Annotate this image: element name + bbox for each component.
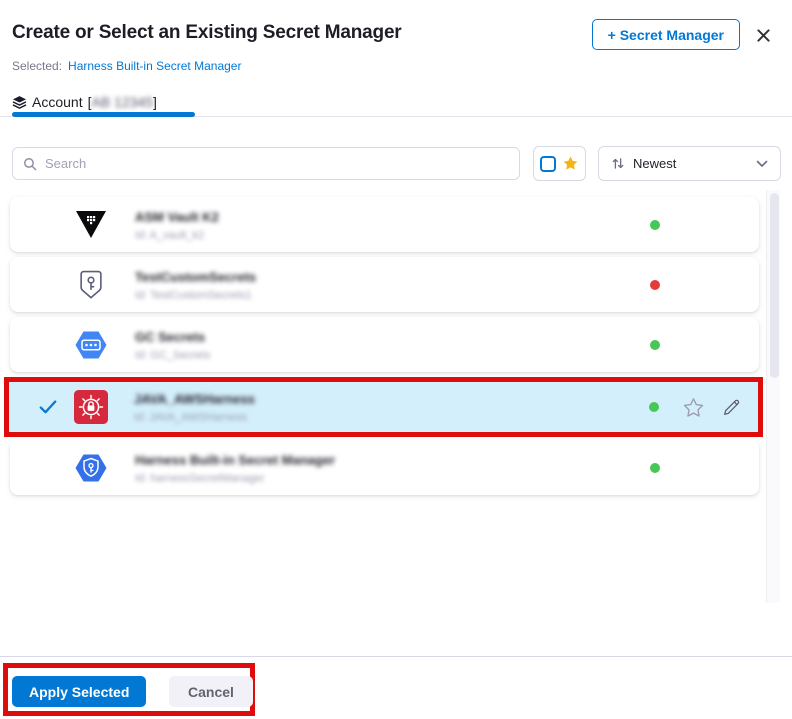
edit-pencil-icon[interactable] <box>719 395 743 419</box>
list-item[interactable]: TestCustomSecrets Id: TestCustomSecrets1 <box>10 257 759 312</box>
chevron-down-icon <box>756 160 768 168</box>
cancel-button[interactable]: Cancel <box>169 676 253 707</box>
favorites-filter[interactable] <box>533 146 586 181</box>
favorite-star-icon[interactable] <box>681 395 705 419</box>
selected-row-highlight-annotation: JAVA_AWSHarness Id: JAVA_AWSHarness <box>4 377 763 437</box>
status-dot <box>650 280 660 290</box>
custom-secret-manager-icon <box>73 267 109 303</box>
secret-manager-text: TestCustomSecrets Id: TestCustomSecrets1 <box>135 268 256 301</box>
tab-account-label: Account <box>32 94 83 110</box>
list-item[interactable]: Harness Built-in Secret Manager Id: harne… <box>10 440 759 495</box>
status-dot <box>650 463 660 473</box>
search-box <box>12 147 520 180</box>
secret-manager-text: GC Secrets Id: GC_Secrets <box>135 328 210 361</box>
secret-manager-text: JAVA_AWSHarness Id: JAVA_AWSHarness <box>134 391 255 424</box>
sort-dropdown[interactable]: Newest <box>598 146 781 181</box>
secret-manager-id: Id: GC_Secrets <box>135 349 210 361</box>
scrollbar[interactable] <box>766 190 780 603</box>
hashicorp-vault-icon <box>73 207 109 243</box>
add-secret-manager-button[interactable]: + Secret Manager <box>592 19 740 50</box>
status-dot <box>649 402 659 412</box>
secret-manager-id: Id: TestCustomSecrets1 <box>135 289 256 301</box>
secret-manager-modal: Create or Select an Existing Secret Mana… <box>0 0 792 719</box>
secret-manager-name: Harness Built-in Secret Manager <box>135 452 335 467</box>
scrollbar-thumb[interactable] <box>770 193 779 378</box>
list-item[interactable]: GC Secrets Id: GC_Secrets <box>10 317 759 372</box>
apply-selected-button[interactable]: Apply Selected <box>12 676 146 707</box>
list-item[interactable]: ASM Vault K2 Id: A_vault_k2 <box>10 197 759 252</box>
aws-secret-manager-icon <box>73 389 109 425</box>
layers-icon <box>12 95 27 110</box>
gcp-secret-manager-icon <box>73 327 109 363</box>
harness-secret-manager-icon <box>73 450 109 486</box>
status-dot <box>650 220 660 230</box>
active-tab-indicator <box>12 112 195 117</box>
selected-secret-manager-link[interactable]: Harness Built-in Secret Manager <box>68 59 241 73</box>
status-dot <box>650 340 660 350</box>
secret-manager-id: Id: JAVA_AWSHarness <box>134 412 255 424</box>
list-item-selected[interactable]: JAVA_AWSHarness Id: JAVA_AWSHarness <box>9 382 758 432</box>
star-icon <box>562 155 579 172</box>
search-icon <box>23 157 37 171</box>
secret-manager-name: GC Secrets <box>135 329 205 344</box>
tab-scope-obscured-text: AB 12345 <box>91 94 153 110</box>
tab-scope: [AB 12345] <box>88 94 157 110</box>
secret-manager-text: Harness Built-in Secret Manager Id: harne… <box>135 451 335 484</box>
page-title: Create or Select an Existing Secret Mana… <box>12 22 402 44</box>
selected-label: Selected: <box>12 59 62 73</box>
search-input[interactable] <box>45 156 509 171</box>
check-icon <box>39 400 57 414</box>
secret-manager-name: ASM Vault K2 <box>135 209 219 224</box>
secret-manager-id: Id: harnessSecretManager <box>135 472 335 484</box>
sort-selected-value: Newest <box>633 156 676 171</box>
selected-summary: Selected: Harness Built-in Secret Manager <box>12 59 241 73</box>
secret-manager-text: ASM Vault K2 Id: A_vault_k2 <box>135 208 219 241</box>
secret-manager-id: Id: A_vault_k2 <box>135 229 219 241</box>
close-icon[interactable] <box>754 26 772 44</box>
favorites-checkbox[interactable] <box>540 156 556 172</box>
secret-manager-name: JAVA_AWSHarness <box>134 392 255 407</box>
sort-arrows-icon <box>611 156 625 171</box>
footer-divider <box>0 656 792 657</box>
secret-manager-name: TestCustomSecrets <box>135 269 256 284</box>
tab-account[interactable]: Account [AB 12345] <box>12 94 157 110</box>
